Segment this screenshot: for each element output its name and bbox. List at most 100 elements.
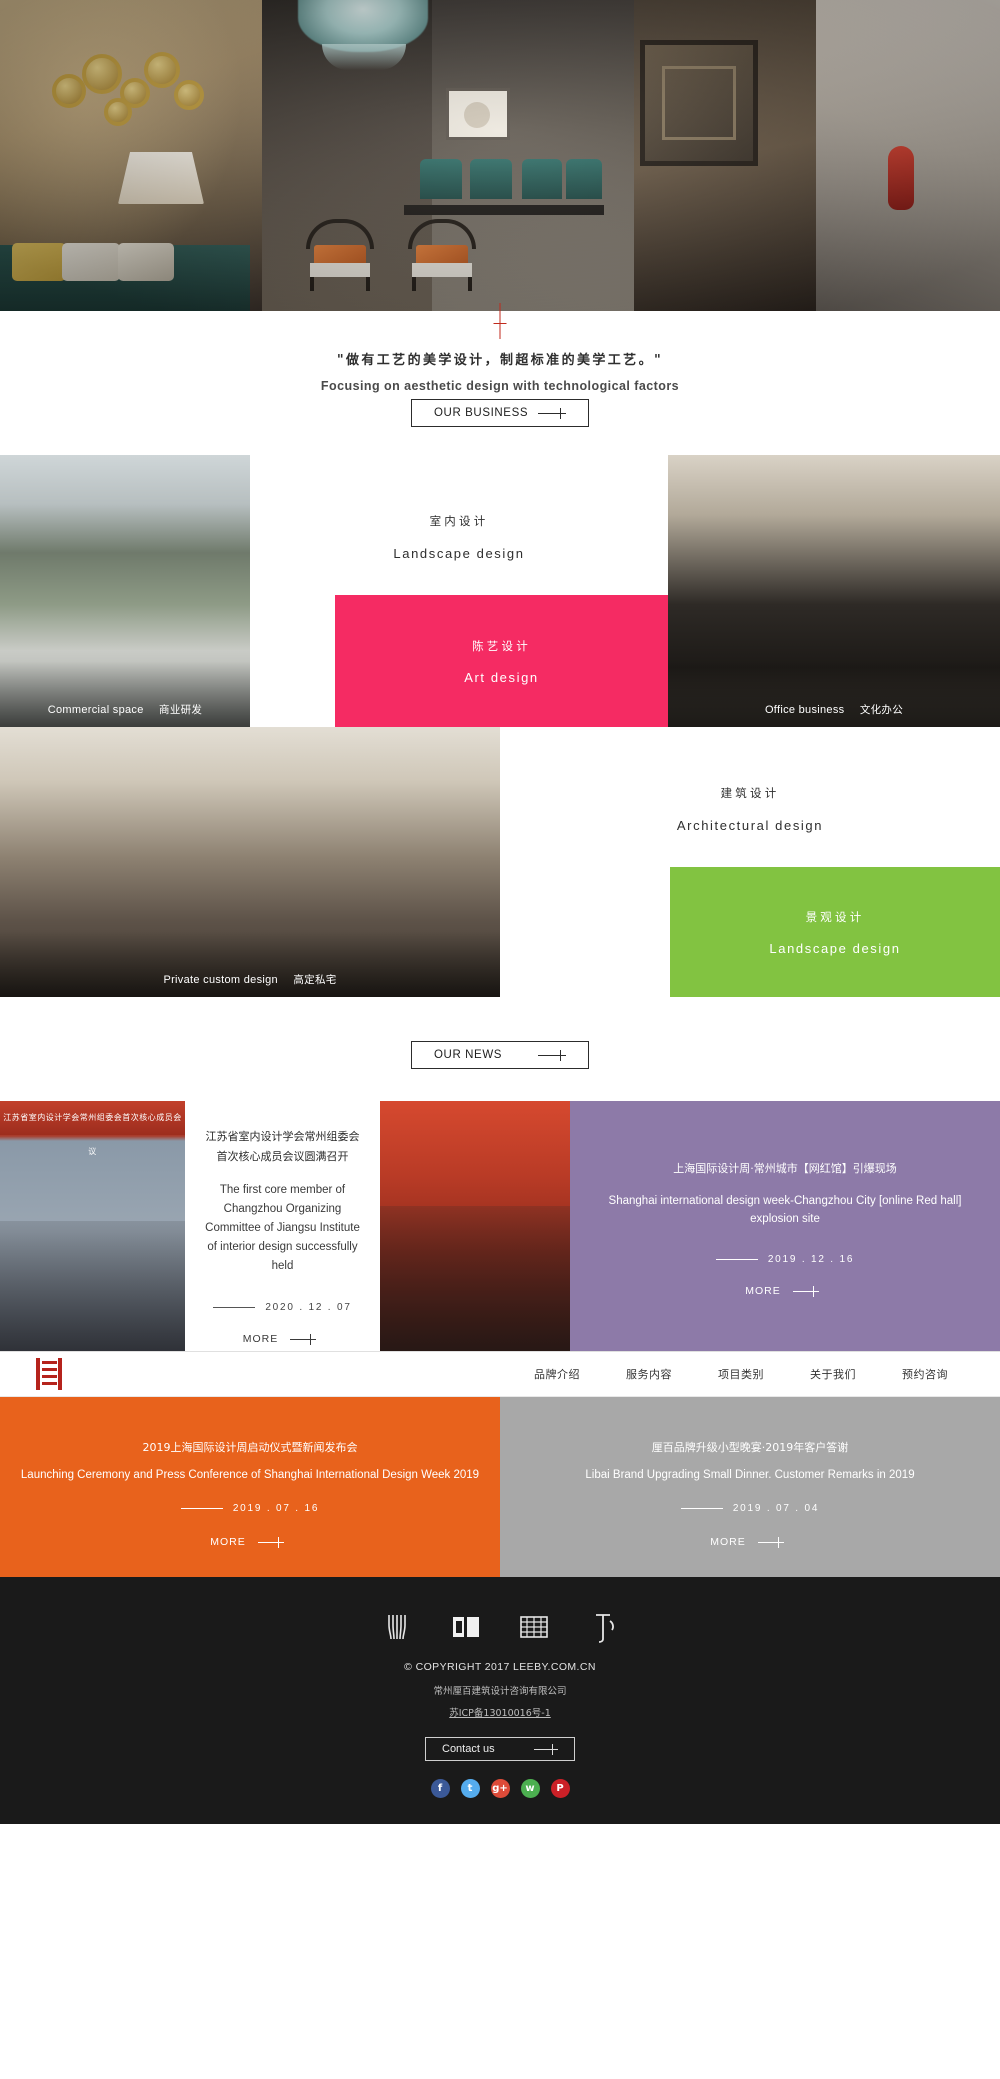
our-business-button[interactable]: OUR BUSINESS (411, 399, 589, 427)
nav-item-consult[interactable]: 预约咨询 (902, 1366, 948, 1382)
footer-icon-row (0, 1607, 1000, 1647)
commercial-space-caption: Commercial space 商业研发 (0, 702, 250, 717)
tile-libai-cn: 厘百品牌升级小型晚宴·2019年客户答谢 (651, 1441, 849, 1454)
news-jiangsu-cn: 江苏省室内设计学会常州组委会首次核心成员会议圆满召开 (205, 1130, 360, 1163)
tile-design-week-meta: 2019 . 07 . 16 (0, 1503, 500, 1514)
news-shanghai-cn: 上海国际设计周·常州城市【网红馆】引爆现场 (673, 1162, 897, 1175)
nav-item-services[interactable]: 服务内容 (626, 1366, 672, 1382)
pinterest-icon[interactable]: P (550, 1779, 570, 1798)
plus-arrow-icon (757, 1537, 790, 1548)
news-shanghai-date: 2019 . 12 . 16 (767, 1254, 855, 1265)
social-links: f t g+ w P (0, 1779, 1000, 1798)
nav-item-about[interactable]: 关于我们 (810, 1366, 856, 1382)
art-design-en: Art design (464, 669, 539, 685)
art-design-cn: 陈艺设计 (472, 638, 531, 653)
wechat-icon[interactable]: w (520, 1779, 540, 1798)
footer-icp-link[interactable]: 苏ICP备13010016号-1 (449, 1705, 551, 1719)
nav-item-projects[interactable]: 项目类别 (718, 1366, 764, 1382)
tile-design-week-date: 2019 . 07 . 16 (232, 1503, 320, 1514)
plus-arrow-icon (290, 1334, 322, 1345)
ledger-icon (514, 1607, 554, 1647)
tile-libai-more-label: MORE (710, 1536, 746, 1548)
plus-arrow-icon (792, 1286, 825, 1297)
google-plus-icon[interactable]: g+ (490, 1779, 510, 1798)
hero-image (0, 0, 1000, 311)
cross-mark-icon (493, 303, 507, 339)
business-cell-interior-column: 室内设计 Landscape design 陈艺设计 Art design (250, 455, 668, 727)
site-footer: © COPYRIGHT 2017 LEEBY.COM.CN 常州厘百建筑设计咨询… (0, 1577, 1000, 1824)
business-cell-arch-column: 建筑设计 Architectural design 景观设计 Landscape… (500, 727, 1000, 997)
news-shanghai-more[interactable]: MORE (592, 1285, 978, 1297)
interior-design-en: Landscape design (393, 546, 525, 561)
brush-icon (582, 1607, 622, 1647)
tile-libai-more[interactable]: MORE (500, 1536, 1000, 1548)
interior-design-cn: 室内设计 (429, 514, 489, 528)
facebook-icon[interactable]: f (430, 1779, 450, 1798)
tile-design-week-en: Launching Ceremony and Press Conference … (20, 1469, 480, 1481)
news-shanghai-more-label: MORE (745, 1285, 781, 1297)
our-business-button-wrap: OUR BUSINESS (0, 399, 1000, 427)
brand-logo-icon[interactable] (36, 1358, 66, 1390)
site-navbar: 品牌介绍 服务内容 项目类别 关于我们 预约咨询 (0, 1351, 1000, 1397)
news-jiangsu-more[interactable]: MORE (205, 1333, 360, 1345)
commercial-space-en: Commercial space (47, 704, 144, 716)
tile-libai-date: 2019 . 07 . 04 (732, 1503, 820, 1514)
news-image-jiangsu[interactable]: 江苏省室内设计学会常州组委会首次核心成员会议 (0, 1101, 185, 1351)
our-news-button[interactable]: OUR NEWS (411, 1041, 589, 1069)
commercial-space-cn: 商业研发 (159, 704, 203, 716)
office-business-cn: 文化办公 (859, 704, 904, 716)
news-jiangsu-en: The first core member of Changzhou Organ… (205, 1184, 360, 1272)
nav-links: 品牌介绍 服务内容 项目类别 关于我们 预约咨询 (534, 1366, 1000, 1382)
news-banner-strip: 江苏省室内设计学会常州组委会首次核心成员会议 (0, 1101, 185, 1156)
our-news-label: OUR NEWS (434, 1049, 503, 1061)
news-shanghai-en: Shanghai international design week-Chang… (608, 1195, 962, 1225)
tile-libai-en: Libai Brand Upgrading Small Dinner. Cust… (585, 1469, 915, 1481)
contact-us-button[interactable]: Contact us (425, 1737, 575, 1761)
tagline-block: "做有工艺的美学设计，制超标准的美学工艺。" Focusing on aesth… (0, 303, 1000, 393)
news-card-shanghai[interactable]: 上海国际设计周·常州城市【网红馆】引爆现场 Shanghai internati… (570, 1101, 1000, 1351)
hero-banner (0, 0, 1000, 311)
architectural-design-cn: 建筑设计 (720, 786, 780, 800)
tools-icon (378, 1607, 418, 1647)
tagline-english: Focusing on aesthetic design with techno… (320, 379, 680, 393)
plus-arrow-icon (534, 1744, 564, 1755)
our-business-label: OUR BUSINESS (434, 407, 529, 419)
footer-company: 常州厘百建筑设计咨询有限公司 (433, 1686, 567, 1697)
book-icon (446, 1607, 486, 1647)
architectural-design-en: Architectural design (676, 818, 824, 833)
business-cell-landscape-design[interactable]: 景观设计 Landscape design (670, 867, 1000, 997)
feature-tiles: 2019上海国际设计周启动仪式暨新闻发布会 Launching Ceremony… (0, 1397, 1000, 1577)
news-banner-text: 江苏省室内设计学会常州组委会首次核心成员会议 (3, 1113, 182, 1156)
plus-arrow-icon (538, 1050, 572, 1061)
business-cell-interior-design[interactable]: 室内设计 Landscape design (250, 455, 668, 595)
news-card-jiangsu[interactable]: 江苏省室内设计学会常州组委会首次核心成员会议圆满召开 The first cor… (185, 1101, 380, 1351)
plus-arrow-icon (538, 408, 572, 419)
landscape-design-cn: 景观设计 (805, 909, 865, 924)
tagline-chinese: "做有工艺的美学设计，制超标准的美学工艺。" (336, 353, 664, 368)
tile-design-week-more-label: MORE (210, 1536, 246, 1548)
tile-design-week-more[interactable]: MORE (0, 1536, 500, 1548)
news-shanghai-meta: 2019 . 12 . 16 (592, 1254, 978, 1265)
tile-design-week-cn: 2019上海国际设计周启动仪式暨新闻发布会 (142, 1441, 358, 1454)
business-cell-office-business[interactable]: Office business 文化办公 (668, 455, 1000, 727)
tile-libai-dinner[interactable]: 厘百品牌升级小型晚宴·2019年客户答谢 Libai Brand Upgradi… (500, 1397, 1000, 1577)
private-custom-cn: 高定私宅 (293, 974, 337, 986)
business-cell-art-design[interactable]: 陈艺设计 Art design (335, 595, 668, 727)
business-grid: Commercial space 商业研发 室内设计 Landscape des… (0, 455, 1000, 997)
private-custom-en: Private custom design (163, 974, 278, 986)
business-row-2: Private custom design 高定私宅 建筑设计 Architec… (0, 727, 1000, 997)
business-cell-architectural-design[interactable]: 建筑设计 Architectural design (500, 727, 1000, 867)
business-cell-private-custom[interactable]: Private custom design 高定私宅 (0, 727, 500, 997)
news-jiangsu-more-label: MORE (242, 1333, 279, 1345)
tile-design-week[interactable]: 2019上海国际设计周启动仪式暨新闻发布会 Launching Ceremony… (0, 1397, 500, 1577)
nav-item-brand[interactable]: 品牌介绍 (534, 1366, 580, 1382)
news-jiangsu-date: 2020 . 12 . 07 (265, 1302, 352, 1313)
news-image-shanghai[interactable] (380, 1101, 570, 1351)
plus-arrow-icon (257, 1537, 290, 1548)
twitter-icon[interactable]: t (460, 1779, 480, 1798)
private-custom-caption: Private custom design 高定私宅 (0, 972, 500, 987)
business-cell-commercial-space[interactable]: Commercial space 商业研发 (0, 455, 250, 727)
contact-us-label: Contact us (442, 1743, 495, 1755)
our-news-button-wrap: OUR NEWS (0, 1041, 1000, 1069)
landscape-design-en: Landscape design (769, 940, 901, 956)
